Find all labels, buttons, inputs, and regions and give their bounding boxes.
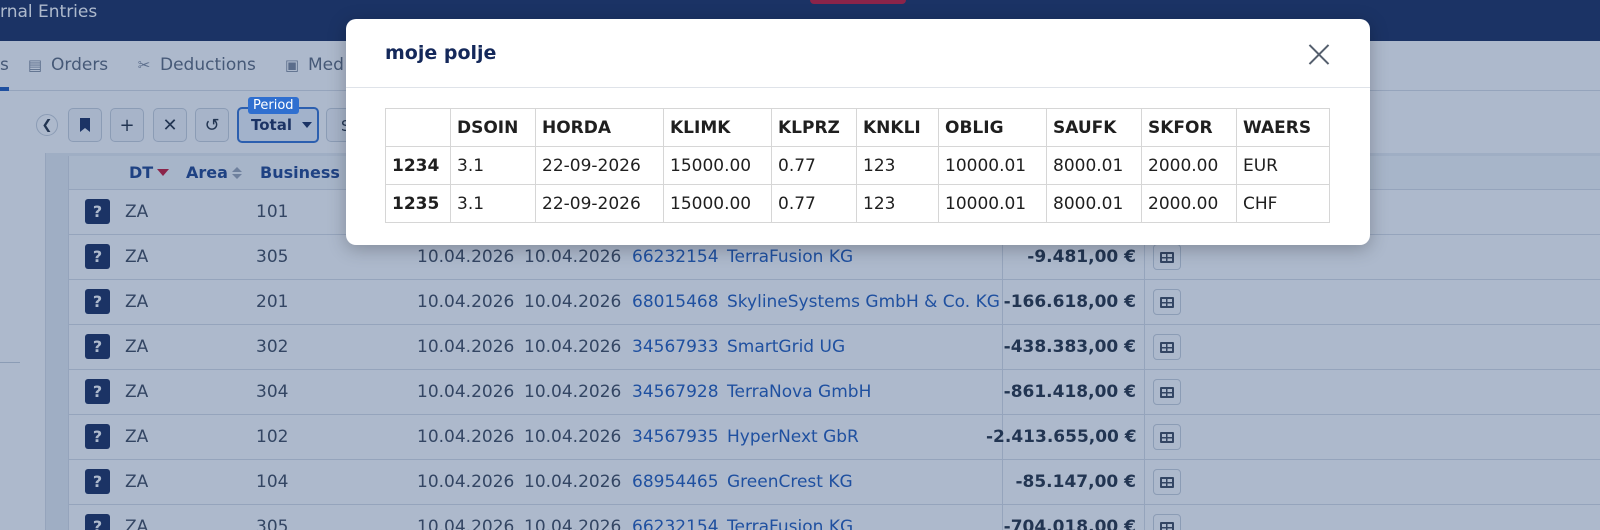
table-cell: 3.1	[450, 146, 536, 185]
column-header: SKFOR	[1141, 108, 1237, 147]
column-header	[385, 108, 451, 147]
column-header: HORDA	[535, 108, 664, 147]
detail-modal: moje polje DSOIN HORDA KLIMK KLPRZ KNKLI…	[346, 19, 1370, 245]
table-cell: 0.77	[771, 184, 857, 223]
row-key: 1235	[385, 184, 451, 223]
row-key: 1234	[385, 146, 451, 185]
table-cell: 123	[856, 146, 939, 185]
modal-table-row: 1235 3.1 22-09-2026 15000.00 0.77 123 10…	[385, 184, 1330, 223]
table-cell: 8000.01	[1046, 184, 1142, 223]
table-cell: 15000.00	[663, 184, 772, 223]
table-cell: 10000.01	[938, 184, 1047, 223]
column-header: SAUFK	[1046, 108, 1142, 147]
column-header: WAERS	[1236, 108, 1330, 147]
table-cell: 22-09-2026	[535, 184, 664, 223]
table-cell: CHF	[1236, 184, 1330, 223]
modal-table-row: 1234 3.1 22-09-2026 15000.00 0.77 123 10…	[385, 146, 1330, 185]
modal-table-header: DSOIN HORDA KLIMK KLPRZ KNKLI OBLIG SAUF…	[385, 108, 1330, 147]
column-header: DSOIN	[450, 108, 536, 147]
column-header: OBLIG	[938, 108, 1047, 147]
table-cell: 8000.01	[1046, 146, 1142, 185]
table-cell: 0.77	[771, 146, 857, 185]
table-cell: 10000.01	[938, 146, 1047, 185]
column-header: KLIMK	[663, 108, 772, 147]
table-cell: 2000.00	[1141, 146, 1237, 185]
table-cell: 3.1	[450, 184, 536, 223]
table-cell: 123	[856, 184, 939, 223]
period-label: Period	[248, 97, 299, 114]
table-cell: EUR	[1236, 146, 1330, 185]
table-cell: 22-09-2026	[535, 146, 664, 185]
modal-divider	[346, 87, 1370, 88]
column-header: KLPRZ	[771, 108, 857, 147]
modal-title: moje polje	[385, 42, 497, 64]
close-icon[interactable]	[1304, 39, 1334, 69]
modal-table: DSOIN HORDA KLIMK KLPRZ KNKLI OBLIG SAUF…	[385, 108, 1330, 223]
table-cell: 15000.00	[663, 146, 772, 185]
table-cell: 2000.00	[1141, 184, 1237, 223]
column-header: KNKLI	[856, 108, 939, 147]
